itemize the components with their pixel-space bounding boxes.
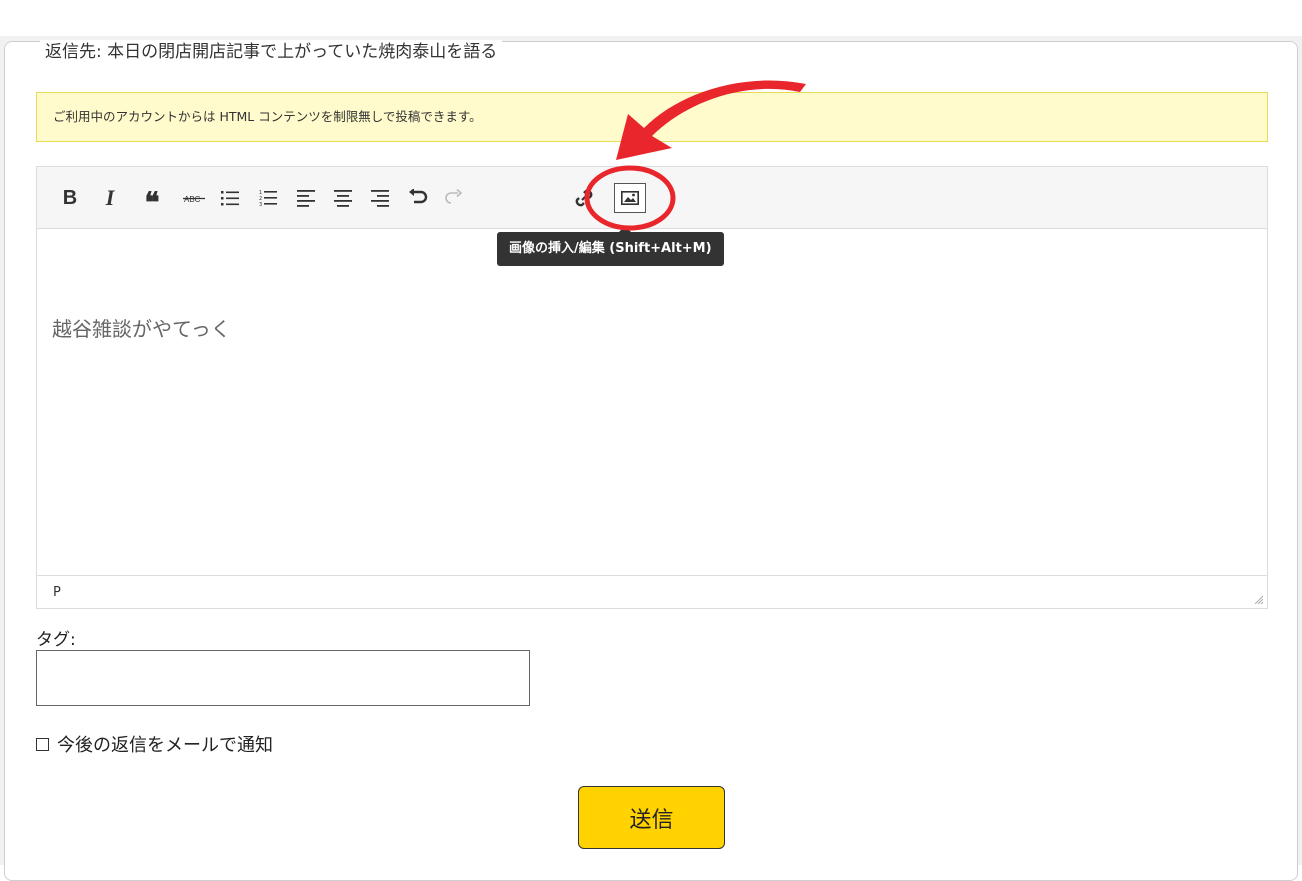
align-right-icon [371, 189, 389, 207]
strikethrough-button[interactable]: ABC [179, 183, 209, 213]
svg-text:3: 3 [259, 202, 262, 207]
align-left-button[interactable] [291, 183, 321, 213]
insert-image-button[interactable] [614, 183, 646, 213]
submit-button[interactable]: 送信 [578, 786, 725, 849]
numbered-list-button[interactable]: 1 2 3 [253, 183, 283, 213]
bullet-list-button[interactable] [215, 183, 245, 213]
tags-label: タグ: [36, 630, 76, 650]
strikethrough-icon: ABC [183, 195, 205, 204]
redo-icon [445, 189, 463, 204]
bold-icon: B [62, 186, 78, 209]
align-center-icon [334, 189, 352, 207]
align-right-button[interactable] [365, 183, 395, 213]
svg-text:ABC: ABC [184, 195, 201, 204]
editor-text: 越谷雑談がやてっく [52, 317, 231, 341]
italic-button[interactable]: I [95, 183, 125, 213]
editor-toolbar: B I ❝ ABC 1 2 3 [37, 167, 1267, 229]
notify-checkbox[interactable] [36, 737, 49, 751]
html-permission-notice: ご利用中のアカウントからは HTML コンテンツを制限無しで投稿できます。 [36, 92, 1268, 142]
notify-option[interactable]: 今後の返信をメールで通知 [36, 731, 273, 757]
italic-icon: I [105, 185, 115, 210]
image-icon [621, 191, 639, 205]
link-icon [575, 189, 593, 207]
redo-button[interactable] [439, 183, 469, 213]
align-left-icon [297, 189, 315, 207]
bold-button[interactable]: B [55, 183, 85, 213]
image-button-tooltip: 画像の挿入/編集 (Shift+Alt+M) [497, 226, 724, 266]
resize-handle-icon[interactable] [1253, 594, 1263, 604]
undo-icon [409, 189, 428, 204]
link-button[interactable] [569, 183, 599, 213]
notify-label: 今後の返信をメールで通知 [57, 735, 273, 756]
numbered-list-icon: 1 2 3 [259, 190, 277, 207]
editor-statusbar: P [37, 575, 1267, 608]
reply-form-legend: 返信先: 本日の閉店開店記事で上がっていた焼肉泰山を語る [40, 40, 503, 64]
blockquote-icon: ❝ [144, 188, 160, 219]
blockquote-button[interactable]: ❝ [137, 183, 167, 219]
element-path[interactable]: P [53, 585, 61, 600]
undo-button[interactable] [403, 183, 433, 213]
editor-content[interactable]: 越谷雑談がやてっく [37, 229, 1267, 574]
align-center-button[interactable] [328, 183, 358, 213]
tags-input[interactable] [36, 650, 530, 706]
bullet-list-icon [221, 191, 239, 206]
page-top [0, 0, 1302, 36]
